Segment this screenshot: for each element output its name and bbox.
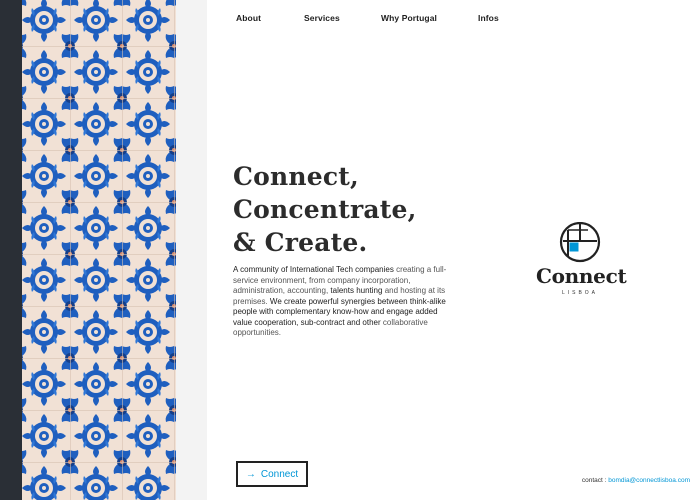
nav-item-services[interactable]: Services bbox=[304, 13, 340, 23]
left-dark-strip bbox=[0, 0, 22, 500]
logo-wordmark: Connect bbox=[536, 264, 627, 288]
contact-label: contact : bbox=[581, 477, 607, 484]
hero-line-3: & Create. bbox=[233, 228, 368, 257]
contact-email-link[interactable]: bomdia@connectlisboa.com bbox=[608, 477, 690, 484]
arrow-right-icon: → bbox=[245, 468, 256, 480]
hero-line-1: Connect, bbox=[233, 162, 359, 191]
hero-line-2: Concentrate, bbox=[233, 195, 417, 224]
right-light-strip bbox=[176, 0, 207, 500]
azulejo-tile-image bbox=[22, 0, 176, 500]
desc-seg-1: A community of International Tech compan… bbox=[233, 265, 394, 274]
hero-headline: Connect, Concentrate, & Create. bbox=[233, 160, 433, 259]
desc-seg-3: talents hunting bbox=[330, 286, 383, 295]
intro-description: A community of International Tech compan… bbox=[233, 265, 455, 339]
connect-button[interactable]: → Connect bbox=[236, 461, 308, 487]
nav-item-why-portugal[interactable]: Why Portugal bbox=[381, 13, 437, 23]
connect-button-label: Connect bbox=[260, 468, 299, 480]
nav-item-infos[interactable]: Infos bbox=[478, 13, 499, 23]
nav-item-about[interactable]: About bbox=[236, 13, 261, 23]
contact-info: contact : bomdia@connectlisboa.com bbox=[582, 477, 690, 484]
logo-subtitle: LISBOA bbox=[561, 290, 599, 296]
